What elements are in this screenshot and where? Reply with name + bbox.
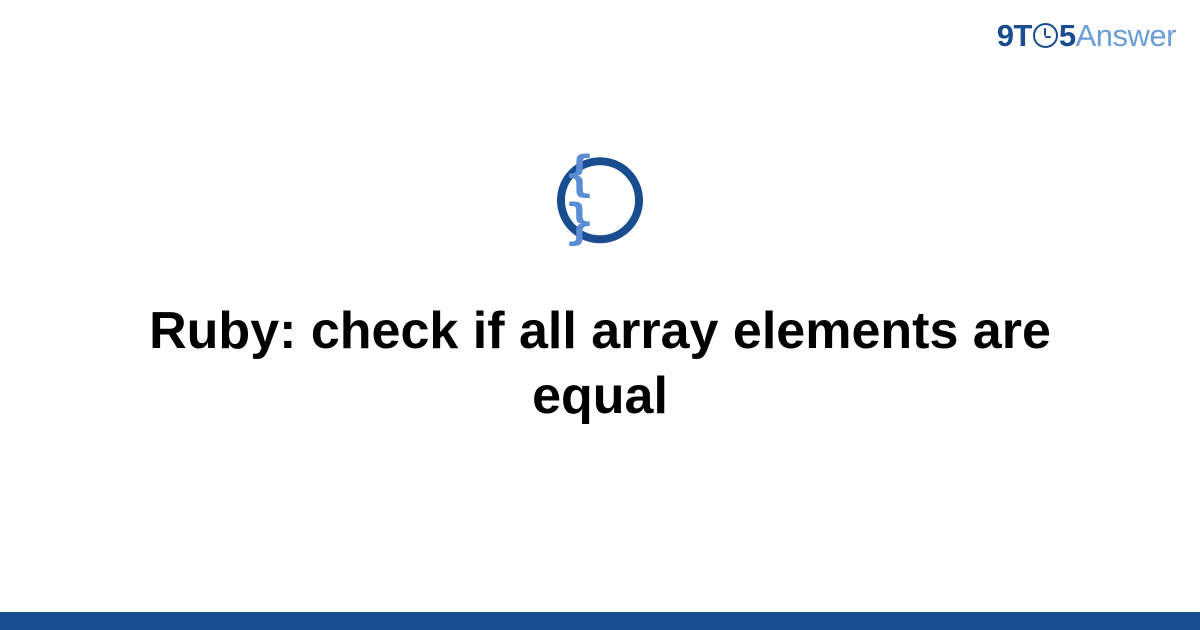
page-title: Ruby: check if all array elements are eq… xyxy=(120,299,1080,429)
logo-text-5: 5 xyxy=(1059,18,1076,54)
code-braces-icon: { } xyxy=(565,150,635,246)
site-logo: 9T 5 Answer xyxy=(997,18,1176,54)
footer-accent-bar xyxy=(0,612,1200,630)
topic-icon-circle: { } xyxy=(557,157,643,243)
logo-text-answer: Answer xyxy=(1076,18,1176,54)
main-content: { } Ruby: check if all array elements ar… xyxy=(0,157,1200,429)
clock-icon xyxy=(1033,23,1058,48)
logo-text-9t: 9T xyxy=(997,18,1032,54)
